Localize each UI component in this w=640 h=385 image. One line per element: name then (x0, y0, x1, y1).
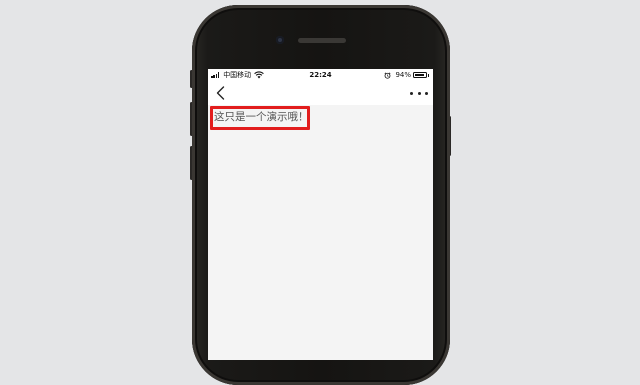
more-dot (410, 91, 413, 95)
status-bar: 中国移动 22:24 94% (208, 69, 433, 81)
battery-icon (413, 72, 427, 78)
more-dots-icon[interactable] (410, 89, 428, 97)
alarm-icon (384, 71, 391, 79)
more-dot (425, 91, 428, 95)
battery-fill (415, 74, 425, 76)
more-dot (417, 91, 421, 95)
phone-screen: 中国移动 22:24 94% 这只是一个演示哦！ (208, 69, 433, 360)
earpiece-speaker (298, 38, 346, 43)
message-text: 这只是一个演示哦！ (214, 111, 309, 123)
battery-percent: 94% (395, 71, 411, 79)
chevron-left-icon[interactable] (214, 85, 228, 101)
status-right: 94% (384, 70, 429, 80)
front-camera (276, 36, 284, 44)
message-content: 这只是一个演示哦！ (208, 105, 433, 360)
nav-bar (208, 81, 433, 105)
battery-tip (427, 73, 429, 77)
